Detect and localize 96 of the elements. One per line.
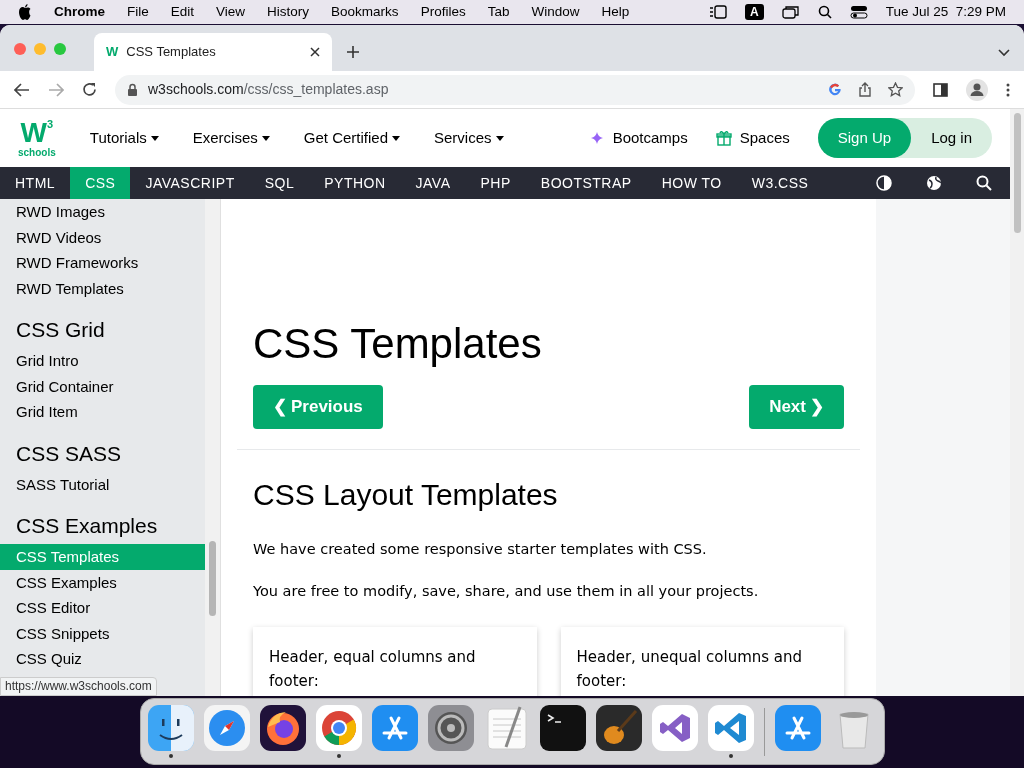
sidebar-item[interactable]: Grid Intro xyxy=(0,348,205,374)
gift-icon xyxy=(715,130,732,146)
topnav-tab[interactable]: SQL xyxy=(249,167,310,199)
sidebar-heading: CSS SASS xyxy=(15,440,123,467)
input-mode-indicator[interactable]: A xyxy=(745,4,764,20)
card-title: Header, equal columns and footer: xyxy=(269,647,476,690)
contrast-icon[interactable] xyxy=(876,175,892,191)
menu-item[interactable]: Help xyxy=(601,1,630,23)
caret-icon xyxy=(495,135,504,141)
code-editor-icon[interactable] xyxy=(707,705,754,751)
sidebar-item[interactable]: CSS Snippets xyxy=(0,620,205,646)
site-favicon: W xyxy=(106,43,119,62)
topnav-tab[interactable]: HTML xyxy=(0,167,71,199)
scrollbar-thumb[interactable] xyxy=(209,541,216,616)
sidebar-item[interactable]: CSS Editor xyxy=(0,595,205,621)
terminal-icon[interactable] xyxy=(539,705,586,751)
sidebar-item[interactable]: Grid Item xyxy=(0,399,205,425)
finder-icon[interactable] xyxy=(147,705,194,751)
guitar-icon[interactable] xyxy=(595,705,642,751)
google-icon[interactable] xyxy=(828,82,842,97)
chrome-icon[interactable] xyxy=(315,705,362,751)
menu-item[interactable]: Edit xyxy=(170,1,195,23)
status-url-tooltip: https://www.w3schools.com xyxy=(0,677,157,696)
menu-app-name[interactable]: Chrome xyxy=(54,1,105,23)
page-title: CSS Templates xyxy=(253,319,543,369)
topnav-tab[interactable]: HOW TO xyxy=(646,167,737,199)
side-panel-icon[interactable] xyxy=(933,82,948,97)
caret-icon xyxy=(150,135,159,141)
template-card[interactable]: Header, unequal columns and footer: xyxy=(560,626,844,696)
star-icon[interactable] xyxy=(888,82,903,97)
lock-icon xyxy=(127,83,138,96)
menu-item[interactable]: Profiles xyxy=(420,1,466,23)
topnav-tab[interactable]: W3.CSS xyxy=(736,167,824,199)
topnav-tab[interactable]: JAVASCRIPT xyxy=(130,167,250,199)
menu-item[interactable]: History xyxy=(267,1,310,23)
close-icon[interactable] xyxy=(310,47,320,57)
paragraph: You are free to modify, save, share, and use them in all your projects. xyxy=(253,581,760,601)
infinity-icon[interactable] xyxy=(651,705,698,751)
sidebar-item[interactable]: RWD Frameworks xyxy=(0,250,205,276)
nav-menu[interactable]: Exercises xyxy=(192,126,270,150)
nav-menu[interactable]: Services xyxy=(434,126,504,150)
caret-icon xyxy=(392,135,400,141)
toggles-icon[interactable] xyxy=(849,5,868,19)
section-heading: CSS Layout Templates xyxy=(253,477,559,513)
topnav-tab[interactable]: PYTHON xyxy=(309,167,401,199)
log-in-button[interactable]: Log in xyxy=(911,118,992,158)
clock[interactable]: Tue Jul 25 7:29 PM xyxy=(885,1,1006,23)
nav-link[interactable]: Spaces xyxy=(715,126,790,150)
topnav-tab[interactable]: PHP xyxy=(465,167,526,199)
gear-icon[interactable] xyxy=(427,705,474,751)
search-icon[interactable] xyxy=(817,5,832,19)
nav-menu[interactable]: Get Certified xyxy=(303,126,400,150)
sidebar-item[interactable]: RWD Templates xyxy=(0,275,205,301)
sidebar-item[interactable]: RWD Images xyxy=(0,199,205,225)
scrollbar-thumb[interactable] xyxy=(1013,113,1021,233)
plus-icon[interactable] xyxy=(346,45,360,59)
globe-icon[interactable] xyxy=(926,175,942,191)
sidebar-item[interactable]: CSS Examples xyxy=(0,569,205,595)
caret-icon xyxy=(261,135,270,141)
sidebar-heading: CSS Examples xyxy=(15,513,159,539)
apple-icon[interactable] xyxy=(18,4,32,20)
sidebar-item[interactable]: Grid Container xyxy=(0,373,205,399)
topnav-tab[interactable]: BOOTSTRAP xyxy=(525,167,647,199)
address-bar[interactable]: w3schools.com/css/css_templates.asp xyxy=(115,74,915,105)
search-icon[interactable] xyxy=(976,175,992,191)
menu-item[interactable]: Tab xyxy=(487,1,510,23)
share-icon[interactable] xyxy=(858,82,872,97)
more-icon[interactable] xyxy=(1006,82,1010,97)
list-icon[interactable] xyxy=(709,5,727,19)
paragraph: We have created some responsive starter templates with CSS. xyxy=(253,540,708,559)
sidebar-item[interactable]: RWD Videos xyxy=(0,224,205,250)
menu-item[interactable]: Window xyxy=(531,1,580,23)
app-store-icon[interactable] xyxy=(774,705,821,751)
nav-link[interactable]: Bootcamps xyxy=(590,126,688,150)
compass-icon[interactable] xyxy=(203,705,250,751)
topnav-tab[interactable]: JAVA xyxy=(400,167,466,199)
sparkle-icon xyxy=(590,130,605,146)
profile-icon[interactable] xyxy=(966,78,988,101)
card-title: Header, unequal columns and footer: xyxy=(576,647,803,690)
menu-item[interactable]: File xyxy=(127,1,149,23)
app-store-icon[interactable] xyxy=(371,705,418,751)
menu-item[interactable]: Bookmarks xyxy=(331,1,399,23)
back-icon[interactable] xyxy=(14,82,30,97)
nav-menu[interactable]: Tutorials xyxy=(89,126,159,150)
fox-icon[interactable] xyxy=(259,705,306,751)
tab-title: CSS Templates xyxy=(126,43,216,62)
template-card[interactable]: Header, equal columns and footer: xyxy=(253,626,537,696)
browser-tab[interactable]: W CSS Templates xyxy=(94,33,332,71)
sidebar-item[interactable]: CSS Quiz xyxy=(0,646,205,672)
url-text: w3schools.com/css/css_templates.asp xyxy=(148,80,389,99)
menu-item[interactable]: View xyxy=(216,1,246,23)
reload-icon[interactable] xyxy=(82,82,97,97)
sidebar-item[interactable]: SASS Tutorial xyxy=(0,471,205,497)
windows-icon[interactable] xyxy=(781,5,800,19)
chevron-down-icon[interactable] xyxy=(998,49,1010,57)
sidebar-heading: CSS Grid xyxy=(15,317,106,343)
